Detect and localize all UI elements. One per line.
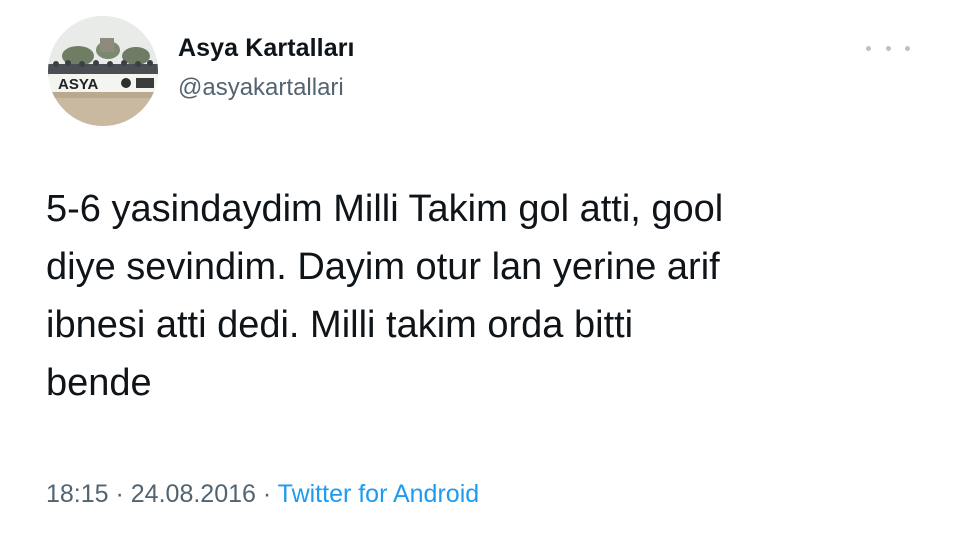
tweet-time[interactable]: 18:15	[46, 480, 109, 508]
tweet-date[interactable]: 24.08.2016	[131, 480, 256, 508]
meta-separator: ·	[255, 480, 278, 508]
more-dot	[866, 45, 871, 51]
avatar-banner-text: ASYA	[58, 76, 98, 93]
meta-separator: ·	[108, 480, 131, 508]
more-dot	[905, 45, 910, 51]
tweet-source-link[interactable]: Twitter for Android	[278, 480, 479, 508]
user-handle[interactable]: @asyakartallari	[178, 74, 344, 102]
avatar-image: ASYA	[48, 16, 158, 126]
tweet-metadata: 18:15 · 24.08.2016 · Twitter for Android	[46, 480, 479, 509]
display-name[interactable]: Asya Kartalları	[178, 34, 355, 63]
more-horizontal-icon[interactable]	[866, 36, 910, 60]
tweet-card: ASYA Asya Kartalları @asyakartallari 5-6…	[0, 0, 961, 541]
more-dot	[885, 45, 891, 51]
tweet-text: 5-6 yasindaydim Milli Takim gol atti, go…	[46, 188, 724, 404]
avatar[interactable]: ASYA	[48, 16, 158, 126]
